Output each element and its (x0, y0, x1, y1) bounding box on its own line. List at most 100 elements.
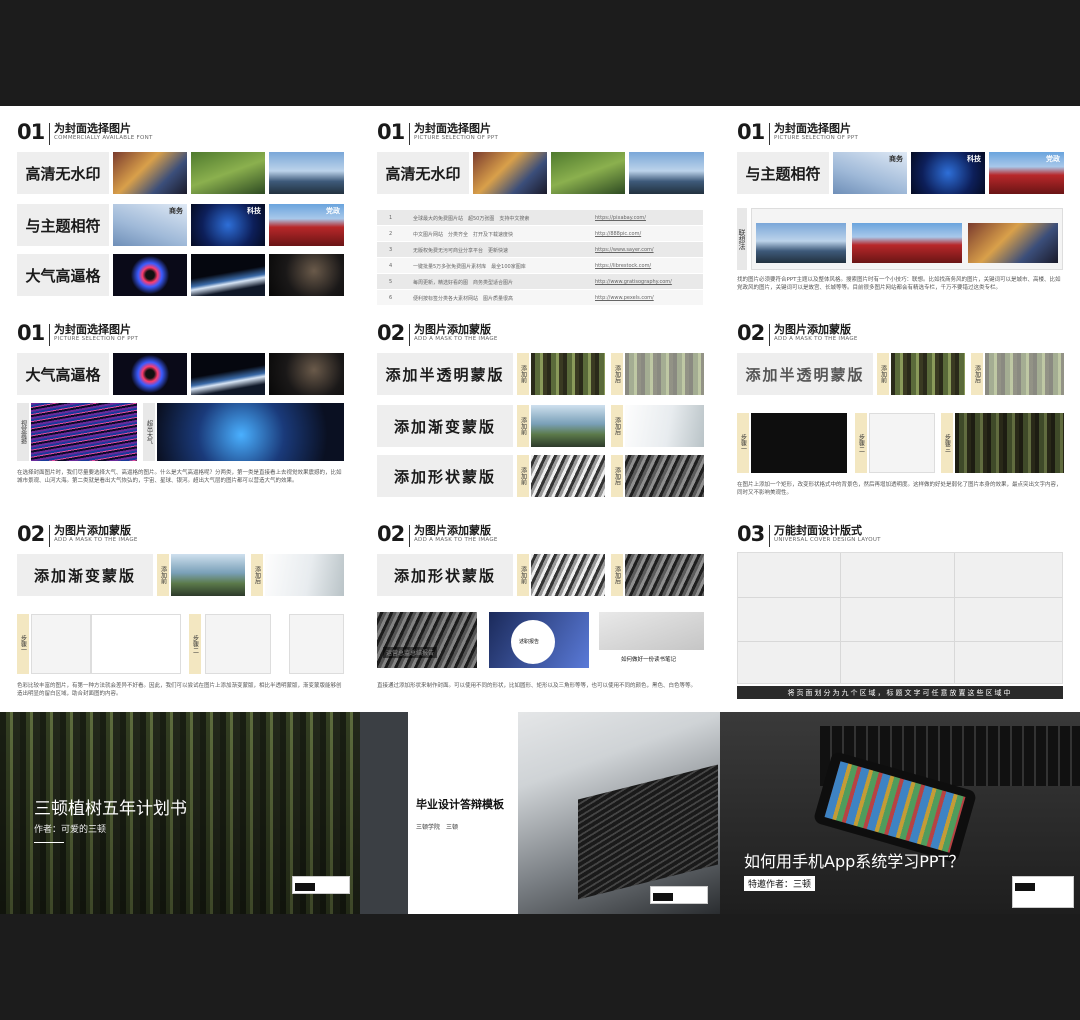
section-number: 03 (737, 522, 765, 546)
corner-block (650, 886, 708, 904)
after-tag: 添加后 (251, 554, 263, 596)
website-screenshot (751, 208, 1063, 270)
panel-header: 02 为图片添加蒙版 ADD A MASK TO THE IMAGE (17, 520, 361, 550)
label-gradient: 添加渐变蒙版 (17, 554, 153, 596)
section-title: 为图片添加蒙版 (54, 524, 131, 537)
section-subtitle: ADD A MASK TO THE IMAGE (54, 537, 138, 543)
photo-city (629, 152, 704, 194)
cover-rule (34, 842, 64, 843)
cover-2: 毕业设计答辩模板 三顿学院 三顿 (360, 712, 720, 914)
section-number: 02 (17, 522, 45, 546)
divider (49, 525, 50, 547)
section-title: 为封面选择图片 (54, 122, 131, 135)
row-url[interactable]: https://www.sayer.com/ (595, 247, 654, 253)
side-tag: 联想法 (737, 208, 747, 270)
panel-picture-selection-2: 01 为封面选择图片 PICTURE SELECTION OF PPT 高清无水… (377, 118, 721, 318)
thumb (756, 223, 846, 263)
side-tag: 超出大气 (143, 403, 155, 461)
cover-sub: 三顿学院 三顿 (416, 824, 459, 831)
photo-politics: 党政 (989, 152, 1064, 194)
photo-tech: 科技 (911, 152, 985, 194)
photo-eye (113, 254, 187, 296)
panel-mask-shape: 02 为图片添加蒙版 ADD A MASK TO THE IMAGE 添加形状蒙… (377, 520, 721, 720)
grid-line (840, 553, 841, 683)
photo-mixer-before (531, 455, 605, 497)
before-tag: 添加前 (517, 353, 529, 395)
label-hd: 高清无水印 (17, 152, 109, 194)
laptop-keyboard (578, 764, 718, 900)
panel-header: 01 为封面选择图片 PICTURE SELECTION OF PPT (737, 118, 1080, 148)
row-number: 5 (389, 279, 393, 285)
photo-river-after (625, 405, 704, 447)
photo-earth (191, 254, 265, 296)
label-shape: 添加形状蒙版 (377, 554, 513, 596)
divider (409, 123, 410, 145)
photo-business: 商务 (113, 204, 187, 246)
divider (409, 324, 410, 346)
cover-author: 特邀作者：三顿 (744, 876, 816, 891)
photo-business: 商务 (833, 152, 907, 194)
section-title: 为图片添加蒙版 (414, 524, 491, 537)
section-subtitle: ADD A MASK TO THE IMAGE (774, 336, 858, 342)
nine-grid (737, 552, 1063, 684)
tag: 科技 (967, 155, 981, 163)
example-card-1: 运营总监总结报告 (377, 612, 477, 668)
format-panel-screenshot (869, 413, 935, 473)
panel-layout-grid: 03 万能封面设计版式 UNIVERSAL COVER DESIGN LAYOU… (737, 520, 1080, 720)
label-gradient: 添加渐变蒙版 (377, 405, 513, 447)
step-tag: 步骤一 (17, 614, 29, 674)
panel-header: 03 万能封面设计版式 UNIVERSAL COVER DESIGN LAYOU… (737, 520, 1080, 550)
after-tag: 添加后 (611, 554, 623, 596)
before-tag: 添加前 (877, 353, 889, 395)
slide-collage: 01 为封面选择图片 COMMERCIALLY AVAILABLE FONT 高… (0, 106, 1080, 712)
photo-street (473, 152, 547, 194)
description: 直接通过添加形状来制作封面。可以使用不同的形状，比如圆形、矩形以及三角形等等，也… (377, 683, 697, 689)
section-subtitle: UNIVERSAL COVER DESIGN LAYOUT (774, 537, 881, 543)
after-tag: 添加后 (611, 353, 623, 395)
corner-block (1012, 876, 1074, 908)
grid-line (738, 641, 1062, 642)
description: 找的图片必须要符合PPT主题以及整体风格。搜索图片时有一个小技巧：联想。比如找商… (737, 277, 1061, 291)
black-rectangle (751, 413, 847, 473)
row-desc: 中文图片网站 分类齐全 打开及下载速度快 (413, 232, 514, 238)
description: 在图片上添加一个矩形，改变形状格式中的背景色，然后再增加透明度。这样做的好处是弱… (737, 482, 1062, 496)
description: 色彩比较丰富的图片，有第一种方法就会差异不好看。因此，我们可以尝试在图片上添加渐… (17, 683, 342, 697)
after-tag: 添加后 (971, 353, 983, 395)
panel-mask-gradient: 02 为图片添加蒙版 ADD A MASK TO THE IMAGE 添加渐变蒙… (17, 520, 361, 720)
panel-picture-selection-1: 01 为封面选择图片 COMMERCIALLY AVAILABLE FONT 高… (17, 118, 361, 318)
tag: 商务 (889, 155, 903, 163)
table-row: 5 每周更新，精选好看的图 商务类型适合图片 http://www.gratisog… (377, 274, 703, 289)
gradient-settings-screenshot (289, 614, 344, 674)
photo-forest-before (891, 353, 965, 395)
row-url[interactable]: http://www.gratisography.com/ (595, 279, 672, 285)
label-shape: 添加形状蒙版 (377, 455, 513, 497)
panel-mask-overview: 02 为图片添加蒙版 ADD A MASK TO THE IMAGE 添加半透明… (377, 319, 721, 519)
cover-3: 如何用手机App系统学习PPT？ 特邀作者：三顿 (720, 712, 1080, 914)
section-subtitle: PICTURE SELECTION OF PPT (774, 135, 859, 141)
row-url[interactable]: https://librestock.com/ (595, 263, 651, 269)
divider (49, 324, 50, 346)
section-number: 02 (737, 321, 765, 345)
panel-header: 02 为图片添加蒙版 ADD A MASK TO THE IMAGE (377, 520, 721, 550)
white-panel (408, 712, 518, 914)
side-tag: 视觉震撼 (17, 403, 29, 461)
row-number: 4 (389, 263, 393, 269)
section-title: 为封面选择图片 (774, 122, 851, 135)
section-subtitle: COMMERCIALLY AVAILABLE FONT (54, 135, 153, 141)
section-title: 为封面选择图片 (414, 122, 491, 135)
cover-title: 毕业设计答辩模板 (416, 798, 504, 811)
tag: 科技 (247, 207, 261, 215)
before-tag: 添加前 (517, 405, 529, 447)
section-number: 01 (17, 120, 45, 144)
photo-mixer-before (531, 554, 605, 596)
row-desc: 便利按标签分类各大素材网站 图片质量很高 (413, 296, 514, 302)
row-url[interactable]: https://pixabay.com/ (595, 215, 646, 221)
photo-river-before (171, 554, 245, 596)
row-url[interactable]: http://888pic.com/ (595, 231, 641, 237)
toolbar-screenshot (31, 614, 91, 674)
photo-light-lines (31, 403, 137, 461)
row-url[interactable]: http://www.pexels.com/ (595, 295, 654, 301)
row-desc: 无版权免费无污可商业分享平台 更新快速 (413, 248, 509, 254)
before-tag: 添加前 (517, 455, 529, 497)
divider (409, 525, 410, 547)
